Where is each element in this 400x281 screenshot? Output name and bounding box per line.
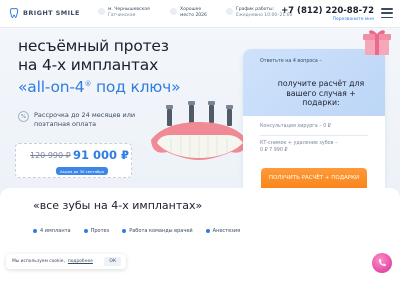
clock-icon: [226, 8, 233, 15]
quiz-item-ct: КТ-снимок + удаление зубов – 0 ₽ 7 990 ₽: [260, 141, 338, 153]
hero-line2: на 4-х имплантах: [18, 56, 159, 74]
feature-team: Работа команды врачей: [122, 228, 193, 234]
hero-line1: несъёмный протез: [18, 37, 169, 55]
location-line2: Гатчинская: [108, 13, 136, 18]
section-title: «все зубы на 4-х имплантах»: [33, 199, 203, 212]
menu-icon[interactable]: [381, 8, 393, 18]
bullet-icon: [33, 229, 37, 233]
feature-label: Работа команды врачей: [129, 228, 193, 234]
bullet-icon: [205, 229, 210, 233]
logo[interactable]: BRIGHT SMILE: [8, 7, 80, 19]
new-price: 91 000 ₽: [73, 148, 130, 162]
hero-line3: «all-on-4® под ключ»: [18, 75, 181, 97]
feature-anesthesia: Анестезия: [205, 228, 241, 234]
page: BRIGHT SMILE м. Чернышевская Гатчинская Х…: [0, 0, 400, 281]
promo-badge: Акция до 30 сентября: [56, 167, 109, 175]
quiz-divider: [260, 135, 368, 136]
feature-list: 4 импланта Протез Работа команды врачей …: [33, 228, 240, 234]
denture-implants-image: [151, 101, 247, 160]
metro-icon: [98, 8, 105, 15]
hero-title: несъёмный протез на 4-х имплантах «all-o…: [18, 37, 181, 97]
bullet-icon: [122, 229, 127, 233]
cookie-ok-button[interactable]: ОК: [104, 257, 121, 266]
cookie-message: Мы используем cookie,: [12, 259, 65, 264]
phone-number[interactable]: +7 (812) 220-88-72: [281, 6, 374, 16]
tooth-logo-icon: [9, 7, 19, 19]
header-phone: +7 (812) 220-88-72 Перезвоните мне: [281, 6, 374, 22]
price-box: 120 990 ₽ 91 000 ₽ Акция до 30 сентября: [15, 143, 132, 178]
callback-link[interactable]: Перезвоните мне: [281, 17, 374, 22]
cookie-banner: Мы используем cookie, подробнее ОК: [6, 254, 126, 269]
percent-icon: %: [18, 111, 29, 122]
feature-label: Анестезия: [212, 228, 241, 234]
feature-label: 4 импланта: [40, 228, 71, 234]
feature-prosthesis: Протез: [83, 228, 110, 234]
phone-icon: [378, 259, 386, 267]
quiz-question: Ответьте на 4 вопроса –: [260, 59, 322, 64]
header-location[interactable]: м. Чернышевская Гатчинская: [98, 7, 150, 19]
header: BRIGHT SMILE м. Чернышевская Гатчинская Х…: [0, 0, 400, 28]
header-award: Хорошее место 2026: [170, 7, 207, 19]
installment-info: % Рассрочка до 24 месяцев или поэтапная …: [18, 111, 154, 128]
feature-implants: 4 импланта: [33, 228, 71, 234]
quiz-item-consultation: Консультация хирурга – 0 ₽: [260, 124, 331, 129]
award-line2: место 2026: [180, 13, 207, 18]
hero-line3-rest: под ключ»: [91, 78, 181, 97]
quiz-card: Ответьте на 4 вопроса – получите расчёт …: [243, 49, 385, 204]
hero-brand: «all-on-4: [18, 78, 85, 97]
quiz-heading: получите расчёт для вашего случая + пода…: [277, 79, 365, 107]
installment-text: Рассрочка до 24 месяцев или поэтапная оп…: [34, 111, 136, 128]
bullet-icon: [83, 229, 88, 233]
gift-icon: [363, 30, 391, 55]
feature-label: Протез: [90, 228, 110, 234]
old-price: 120 990 ₽: [30, 151, 71, 160]
logo-text: BRIGHT SMILE: [23, 9, 80, 17]
chat-button[interactable]: [372, 253, 392, 273]
medal-icon: [170, 8, 177, 15]
cookie-more-link[interactable]: подробнее: [68, 259, 93, 264]
